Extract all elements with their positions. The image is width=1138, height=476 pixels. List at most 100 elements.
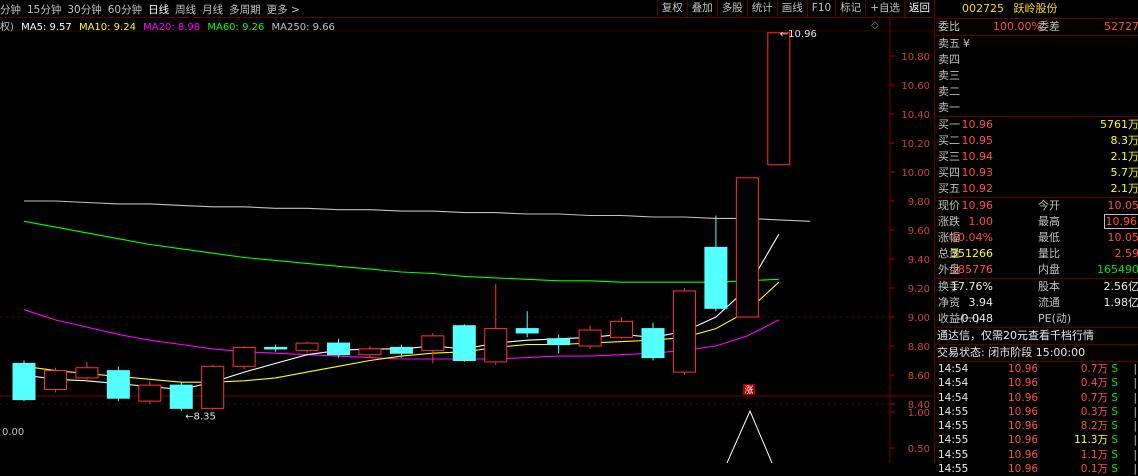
candle-17 — [548, 334, 570, 353]
tool-button-3[interactable]: 统计 — [747, 0, 777, 17]
candle-18 — [579, 326, 601, 349]
buy-volume: 2.1万 — [1111, 181, 1138, 197]
trade-status: 交易状态: 闭市阶段 15:00:00 — [935, 345, 1138, 361]
stats-label-2: 内盘 — [1038, 262, 1060, 278]
trade-divider-icon: | — [1133, 405, 1137, 419]
trade-row[interactable]: 14:5510.961.1万S| — [935, 448, 1138, 462]
candle-5 — [170, 382, 192, 411]
buy-row-2[interactable]: 买三10.942.1万 — [935, 149, 1138, 165]
period-tab-2[interactable]: 30分钟 — [67, 2, 101, 17]
buy-row-0[interactable]: 买一10.965761万 — [935, 117, 1138, 133]
stats-value: 10.96 — [962, 198, 994, 214]
stats-value: 1.00 — [969, 214, 994, 230]
sell-row-3[interactable]: 卖二 — [935, 84, 1138, 100]
period-tab-1[interactable]: 15分钟 — [27, 2, 61, 17]
stats-row-3: 总量351266量比2.59 — [935, 246, 1138, 262]
trade-direction: S — [1111, 405, 1118, 419]
promo-link[interactable]: 通达信，仅需20元查看千档行情 — [935, 328, 1138, 344]
sell-levels: 卖五¥卖四卖三卖二卖一 — [935, 36, 1138, 116]
stats2-value: -0.048 — [958, 311, 993, 327]
buy-row-4[interactable]: 买五10.922.1万 — [935, 181, 1138, 197]
buy-row-1[interactable]: 买二10.958.3万 — [935, 133, 1138, 149]
stats-row-2: 涨幅10.04%最低10.05 — [935, 230, 1138, 246]
sell-label: 卖四 — [938, 52, 960, 68]
ma5-line — [24, 234, 779, 389]
stats-value: 10.04% — [951, 230, 993, 246]
ma-prefix: 权) — [0, 22, 14, 33]
stats-value-2: 165490 — [1097, 262, 1138, 278]
sell-label: 卖三 — [938, 68, 960, 84]
sell-row-4[interactable]: 卖一 — [935, 100, 1138, 116]
candle-8 — [265, 345, 287, 352]
stats-value-2: 10.96 — [1104, 214, 1138, 229]
trade-divider-icon: | — [1133, 448, 1137, 462]
chart-toolbar: 分钟 15分钟 30分钟 60分钟日线周线月线多周期更多 > 复权叠加多股统计画线F1… — [0, 0, 934, 18]
stats-value-2: 2.59 — [1115, 246, 1138, 262]
tool-button-0[interactable]: 复权 — [657, 0, 687, 17]
trade-divider-icon: | — [1133, 419, 1137, 433]
quote-panel: 002725 跃岭股份 委比 100.00% 委差 52727 卖五¥卖四卖三卖… — [934, 0, 1138, 463]
tool-buttons: 复权叠加多股统计画线F10标记+自选返回 — [657, 0, 934, 17]
trade-row[interactable]: 14:5510.960.3万S| — [935, 405, 1138, 419]
y-tick-label: 9.00 — [908, 313, 930, 324]
stock-title: 002725 跃岭股份 — [935, 0, 1138, 19]
trade-price: 10.96 — [1008, 405, 1038, 419]
period-tab-3[interactable]: 60分钟 — [108, 2, 142, 17]
stats-row-4: 外盘185776内盘165490 — [935, 262, 1138, 278]
sell-row-0[interactable]: 卖五¥ — [935, 36, 1138, 52]
candle-3 — [107, 366, 129, 401]
y-tick-label: 10.40 — [901, 110, 930, 121]
tool-button-5[interactable]: F10 — [807, 0, 835, 17]
trade-row[interactable]: 14:5410.960.7万S| — [935, 391, 1138, 405]
trade-row[interactable]: 14:5510.9611.3万S| — [935, 433, 1138, 447]
stats2-label-2: 股本 — [1038, 279, 1060, 295]
kline-chart[interactable]: 10.8010.6010.4010.2010.009.809.609.409.2… — [0, 0, 934, 463]
buy-label: 买四 — [938, 165, 960, 181]
sell-row-1[interactable]: 卖四 — [935, 52, 1138, 68]
trade-row[interactable]: 14:5510.968.2万S| — [935, 419, 1138, 433]
tool-button-2[interactable]: 多股 — [717, 0, 747, 17]
candle-6 — [202, 365, 224, 410]
sell-row-2[interactable]: 卖三 — [935, 68, 1138, 84]
stats-value: 185776 — [951, 262, 993, 278]
trade-list[interactable]: 14:5410.960.7万S|14:5410.960.4万S|14:5410.… — [935, 362, 1138, 476]
tool-button-1[interactable]: 叠加 — [687, 0, 717, 17]
period-tab-6[interactable]: 月线 — [202, 2, 223, 17]
buy-row-3[interactable]: 买四10.935.7万 — [935, 165, 1138, 181]
tool-button-6[interactable]: 标记 — [835, 0, 865, 17]
trade-price: 10.96 — [1008, 448, 1038, 462]
buy-levels: 买一10.965761万买二10.958.3万买三10.942.1万买四10.9… — [935, 117, 1138, 197]
y-tick-label: 9.60 — [908, 226, 930, 237]
candle-21 — [673, 288, 695, 375]
ma250-label: MA250: 9.66 — [272, 22, 335, 33]
trade-time: 14:54 — [938, 362, 968, 376]
stock-code: 002725 — [962, 2, 1004, 15]
period-tab-5[interactable]: 周线 — [175, 2, 196, 17]
trade-row[interactable]: 14:5410.960.4万S| — [935, 376, 1138, 390]
stats2-row-2: 收益(一)-0.048PE(动) — [935, 311, 1138, 327]
stats2-row-0: 换手17.76%股本2.56亿 — [935, 279, 1138, 295]
tool-button-7[interactable]: +自选 — [865, 0, 904, 17]
buy-price: 10.95 — [962, 133, 994, 149]
trade-row[interactable]: 14:5510.960.1万S| — [935, 462, 1138, 476]
buy-volume: 2.1万 — [1111, 149, 1138, 165]
period-tab-0[interactable]: 分钟 — [0, 2, 21, 17]
ma5-label: MA5: 9.57 — [21, 22, 72, 33]
trade-volume: 0.1万 — [1081, 462, 1108, 476]
tool-button-8[interactable]: 返回 — [904, 0, 934, 17]
stats2-value: 3.94 — [969, 295, 994, 311]
candle-15 — [485, 284, 507, 365]
ma60-line — [24, 221, 779, 282]
trade-volume: 11.3万 — [1074, 433, 1108, 447]
period-tab-7[interactable]: 多周期 — [229, 2, 261, 17]
y-tick-label: 8.80 — [908, 342, 930, 353]
trade-divider-icon: | — [1133, 433, 1137, 447]
tool-button-4[interactable]: 画线 — [777, 0, 807, 17]
stats-label-2: 最低 — [1038, 230, 1060, 246]
trade-row[interactable]: 14:5410.960.7万S| — [935, 362, 1138, 376]
period-tab-4[interactable]: 日线 — [148, 2, 169, 17]
sell-label: 卖五 — [938, 36, 960, 52]
period-tab-8[interactable]: 更多 > — [267, 2, 300, 17]
trade-divider-icon: | — [1133, 376, 1137, 390]
trade-direction: S — [1111, 448, 1118, 462]
